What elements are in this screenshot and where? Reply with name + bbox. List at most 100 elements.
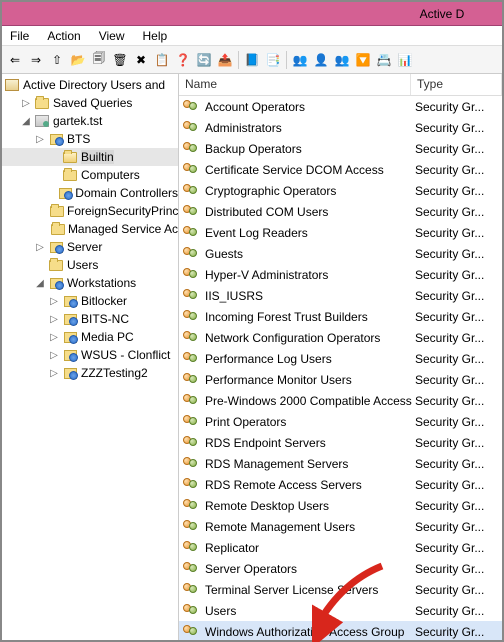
toolbar-button-17[interactable]: 👥	[332, 50, 352, 70]
toolbar-button-5[interactable]: 🗑	[110, 50, 130, 70]
tree-item-label: Computers	[81, 168, 140, 182]
list-row[interactable]: ReplicatorSecurity Gr...	[179, 537, 502, 558]
list-row[interactable]: Server OperatorsSecurity Gr...	[179, 558, 502, 579]
list-item-type: Security Gr...	[415, 184, 502, 198]
tree-item[interactable]: ▷Media PC	[2, 328, 178, 346]
list-item-name: Distributed COM Users	[205, 205, 415, 219]
list-item-type: Security Gr...	[415, 520, 502, 534]
tree-item[interactable]: Users	[2, 256, 178, 274]
toolbar-button-12[interactable]: 📘	[242, 50, 262, 70]
tree-twisty-icon[interactable]: ▷	[48, 314, 60, 325]
toolbar-button-9[interactable]: 🔄	[194, 50, 214, 70]
menu-view[interactable]: View	[95, 27, 129, 45]
toolbar-button-10[interactable]: 📤	[215, 50, 235, 70]
toolbar-button-0[interactable]: ⇐	[5, 50, 25, 70]
toolbar-button-4[interactable]: 🗐	[89, 50, 109, 70]
list-item-type: Security Gr...	[415, 142, 502, 156]
toolbar-button-18[interactable]: 🔽	[353, 50, 373, 70]
security-group-icon	[183, 205, 201, 219]
list-row[interactable]: Remote Management UsersSecurity Gr...	[179, 516, 502, 537]
list-row[interactable]: Performance Monitor UsersSecurity Gr...	[179, 369, 502, 390]
tree-item[interactable]: ▷BITS-NC	[2, 310, 178, 328]
security-group-icon	[183, 541, 201, 555]
tree-twisty-icon[interactable]: ▷	[48, 332, 60, 343]
tree-item[interactable]: Managed Service Ac	[2, 220, 178, 238]
list-row[interactable]: Cryptographic OperatorsSecurity Gr...	[179, 180, 502, 201]
tree-twisty-icon[interactable]: ▷	[34, 134, 46, 145]
list-row[interactable]: RDS Management ServersSecurity Gr...	[179, 453, 502, 474]
toolbar-button-20[interactable]: 📊	[395, 50, 415, 70]
list-item-type: Security Gr...	[415, 310, 502, 324]
security-group-icon	[183, 268, 201, 282]
toolbar-button-2[interactable]: ⇧	[47, 50, 67, 70]
toolbar-button-6[interactable]: ✖	[131, 50, 151, 70]
list-item-name: RDS Management Servers	[205, 457, 415, 471]
tree-item[interactable]: ▷Server	[2, 238, 178, 256]
list-row[interactable]: Hyper-V AdministratorsSecurity Gr...	[179, 264, 502, 285]
toolbar-button-15[interactable]: 👥	[290, 50, 310, 70]
tree-twisty-icon[interactable]: ▷	[48, 350, 60, 361]
list-row[interactable]: Remote Desktop UsersSecurity Gr...	[179, 495, 502, 516]
list-item-name: Hyper-V Administrators	[205, 268, 415, 282]
tree-item[interactable]: Builtin	[2, 148, 178, 166]
tree-pane[interactable]: Active Directory Users and ▷Saved Querie…	[2, 74, 179, 640]
list-item-type: Security Gr...	[415, 499, 502, 513]
list-row[interactable]: Distributed COM UsersSecurity Gr...	[179, 201, 502, 222]
list-row[interactable]: RDS Endpoint ServersSecurity Gr...	[179, 432, 502, 453]
list-row[interactable]: Pre-Windows 2000 Compatible AccessSecuri…	[179, 390, 502, 411]
list-row[interactable]: Incoming Forest Trust BuildersSecurity G…	[179, 306, 502, 327]
toolbar-button-16[interactable]: 👤	[311, 50, 331, 70]
list-row[interactable]: Windows Authorization Access GroupSecuri…	[179, 621, 502, 640]
tree-twisty-icon[interactable]: ◢	[20, 116, 32, 127]
column-header-type[interactable]: Type	[411, 74, 502, 95]
list-row[interactable]: IIS_IUSRSSecurity Gr...	[179, 285, 502, 306]
tree-twisty-icon[interactable]: ▷	[48, 296, 60, 307]
tree-item[interactable]: ▷BTS	[2, 130, 178, 148]
security-group-icon	[183, 121, 201, 135]
list-row[interactable]: Print OperatorsSecurity Gr...	[179, 411, 502, 432]
tree-root[interactable]: Active Directory Users and	[2, 76, 178, 94]
tree-item[interactable]: ◢Workstations	[2, 274, 178, 292]
toolbar-button-8[interactable]: ❓	[173, 50, 193, 70]
menu-help[interactable]: Help	[139, 27, 172, 45]
tree-twisty-icon[interactable]: ◢	[34, 278, 46, 289]
list-row[interactable]: GuestsSecurity Gr...	[179, 243, 502, 264]
tree-item[interactable]: ▷WSUS - Clonflict	[2, 346, 178, 364]
list-pane[interactable]: Name Type Account OperatorsSecurity Gr..…	[179, 74, 502, 640]
list-row[interactable]: AdministratorsSecurity Gr...	[179, 117, 502, 138]
ou-icon	[48, 240, 64, 254]
tree-item[interactable]: Computers	[2, 166, 178, 184]
tree-twisty-icon[interactable]: ▷	[48, 368, 60, 379]
tree-item[interactable]: ▷Saved Queries	[2, 94, 178, 112]
toolbar-button-13[interactable]: 📑	[263, 50, 283, 70]
security-group-icon	[183, 247, 201, 261]
column-header-name[interactable]: Name	[179, 74, 411, 95]
list-row[interactable]: UsersSecurity Gr...	[179, 600, 502, 621]
tree-item[interactable]: ForeignSecurityPrinc	[2, 202, 178, 220]
menu-file[interactable]: File	[6, 27, 33, 45]
tree-item[interactable]: ▷Bitlocker	[2, 292, 178, 310]
tree-item[interactable]: ◢gartek.tst	[2, 112, 178, 130]
tree-item[interactable]: Domain Controllers	[2, 184, 178, 202]
toolbar-button-1[interactable]: ⇒	[26, 50, 46, 70]
list-row[interactable]: Terminal Server License ServersSecurity …	[179, 579, 502, 600]
list-row[interactable]: Account OperatorsSecurity Gr...	[179, 96, 502, 117]
menu-action[interactable]: Action	[43, 27, 84, 45]
list-item-name: Backup Operators	[205, 142, 415, 156]
toolbar-button-19[interactable]: 📇	[374, 50, 394, 70]
list-row[interactable]: RDS Remote Access ServersSecurity Gr...	[179, 474, 502, 495]
tree-item[interactable]: ▷ZZZTesting2	[2, 364, 178, 382]
tree-twisty-icon[interactable]: ▷	[20, 98, 32, 109]
toolbar-button-3[interactable]: 📂	[68, 50, 88, 70]
list-row[interactable]: Network Configuration OperatorsSecurity …	[179, 327, 502, 348]
tree-twisty-icon[interactable]: ▷	[34, 242, 46, 253]
security-group-icon	[183, 142, 201, 156]
list-row[interactable]: Event Log ReadersSecurity Gr...	[179, 222, 502, 243]
list-row[interactable]: Backup OperatorsSecurity Gr...	[179, 138, 502, 159]
folder-icon	[50, 204, 64, 218]
list-item-name: Server Operators	[205, 562, 415, 576]
toolbar-button-7[interactable]: 📋	[152, 50, 172, 70]
list-row[interactable]: Certificate Service DCOM AccessSecurity …	[179, 159, 502, 180]
ou-icon	[62, 312, 78, 326]
list-row[interactable]: Performance Log UsersSecurity Gr...	[179, 348, 502, 369]
